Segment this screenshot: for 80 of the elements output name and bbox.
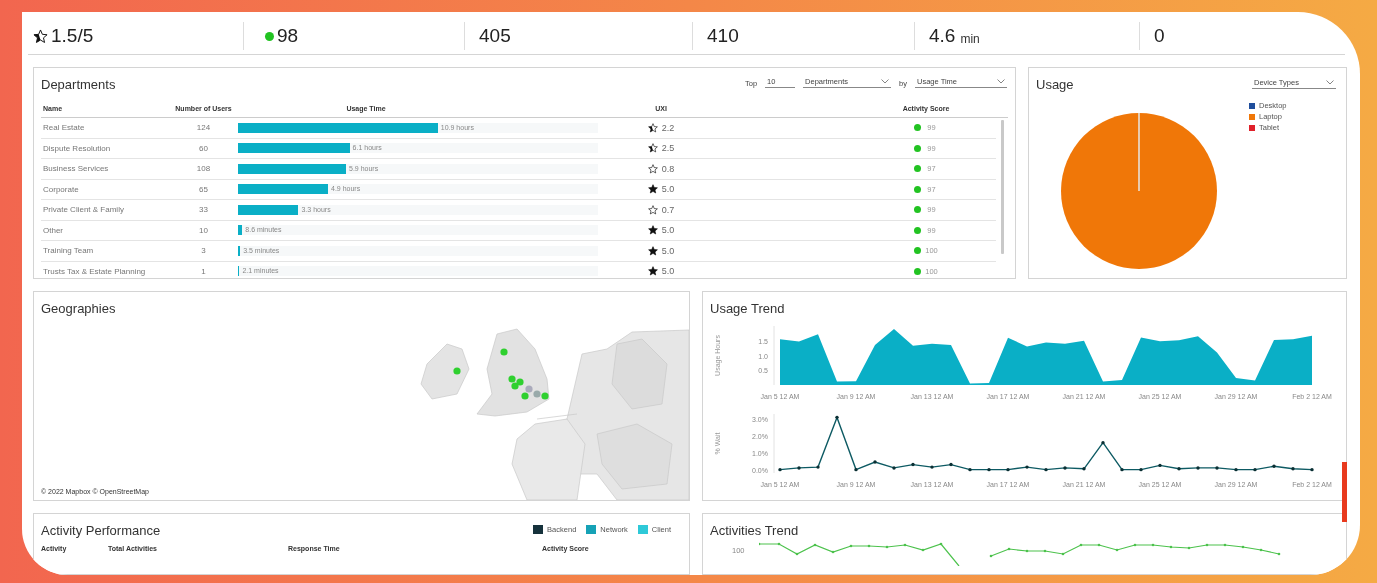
table-cell-text: 1 (200, 266, 207, 276)
data-point (854, 467, 858, 472)
chevron-icon (1326, 80, 1334, 85)
table-cell-text: 33 (198, 205, 209, 215)
table-cell-text: Corporate (42, 184, 80, 194)
data-point (1253, 467, 1257, 472)
star-icon (647, 245, 658, 256)
table-cell-text: Training Team (42, 246, 95, 256)
data-point (1120, 467, 1124, 472)
metric-value: 410 (707, 25, 739, 47)
half-star-icon (647, 143, 658, 154)
table-cell: 5.0 (661, 225, 675, 236)
data-point (911, 462, 915, 467)
data-point (1082, 467, 1086, 471)
metric-value: 98 (277, 25, 299, 47)
data-point (1139, 467, 1143, 472)
data-point (949, 462, 953, 467)
panel-title: Activities Trend (710, 523, 799, 540)
table-cell-text: 108 (195, 164, 212, 174)
star-outline-icon (647, 204, 658, 215)
data-point (1310, 467, 1314, 472)
data-point (816, 465, 820, 469)
panel-title: Usage (1036, 77, 1074, 94)
panel-title: Activity Performance (41, 523, 161, 540)
metric-value: 4.6 (929, 25, 956, 47)
table-cell: 0.7 (661, 204, 675, 215)
data-point (930, 465, 934, 469)
table-cell-text: Private Client & Family (42, 205, 125, 215)
table-cell: 5.0 (661, 245, 675, 256)
table-cell: 0.8 (661, 163, 675, 174)
table-cell-text: Trusts Tax & Estate Planning (42, 266, 147, 276)
table-cell-text: 124 (195, 123, 212, 133)
data-point (1291, 467, 1295, 471)
scrollbar[interactable] (1000, 120, 1004, 254)
metric-unit: min (960, 31, 980, 46)
table-cell-text: 65 (198, 184, 209, 194)
table-cell-text: Dispute Resolution (42, 143, 112, 153)
data-point (1272, 464, 1276, 468)
data-point (1101, 440, 1105, 445)
table-cell-text: 60 (198, 143, 209, 153)
metric-value: 1.5/5 (51, 25, 94, 47)
panel-title: Departments (41, 77, 116, 94)
star-icon (647, 184, 658, 195)
chevron-icon (881, 79, 890, 84)
data-point (1063, 466, 1067, 470)
table-cell-text: Real Estate (42, 123, 86, 133)
table-cell-text: Other (42, 225, 64, 235)
data-point (1177, 467, 1181, 471)
metric-value: 0 (1154, 25, 1165, 47)
panel-title: Geographies (41, 301, 116, 318)
star-icon (647, 266, 658, 277)
data-point (873, 460, 877, 464)
star-outline-icon (647, 163, 658, 174)
panel-title: Usage Trend (710, 301, 785, 318)
star-icon (647, 225, 658, 236)
half-star-icon (647, 122, 658, 133)
table-cell-text: 10 (198, 225, 209, 235)
data-point (987, 467, 991, 472)
table-cell: 2.5 (661, 143, 675, 154)
table-cell-text: Business Services (42, 164, 110, 174)
side-tab[interactable] (1342, 462, 1347, 522)
table-cell: 5.0 (661, 184, 675, 195)
data-point (835, 415, 839, 420)
metric-value: 405 (479, 25, 511, 47)
data-point (1044, 467, 1048, 472)
half-star-icon (33, 28, 48, 44)
data-point (1196, 466, 1200, 470)
table-cell: 5.0 (661, 266, 675, 277)
data-point (1158, 463, 1162, 468)
data-point (778, 467, 782, 472)
data-point (1006, 467, 1010, 472)
chevron-icon (997, 79, 1005, 84)
data-point (968, 467, 972, 472)
data-point (1234, 467, 1238, 472)
data-point (797, 466, 801, 470)
data-point (892, 466, 896, 470)
data-point (1025, 465, 1029, 469)
data-point (1215, 466, 1219, 470)
table-cell: 2.2 (661, 122, 675, 133)
table-cell-text: 3 (200, 246, 207, 256)
